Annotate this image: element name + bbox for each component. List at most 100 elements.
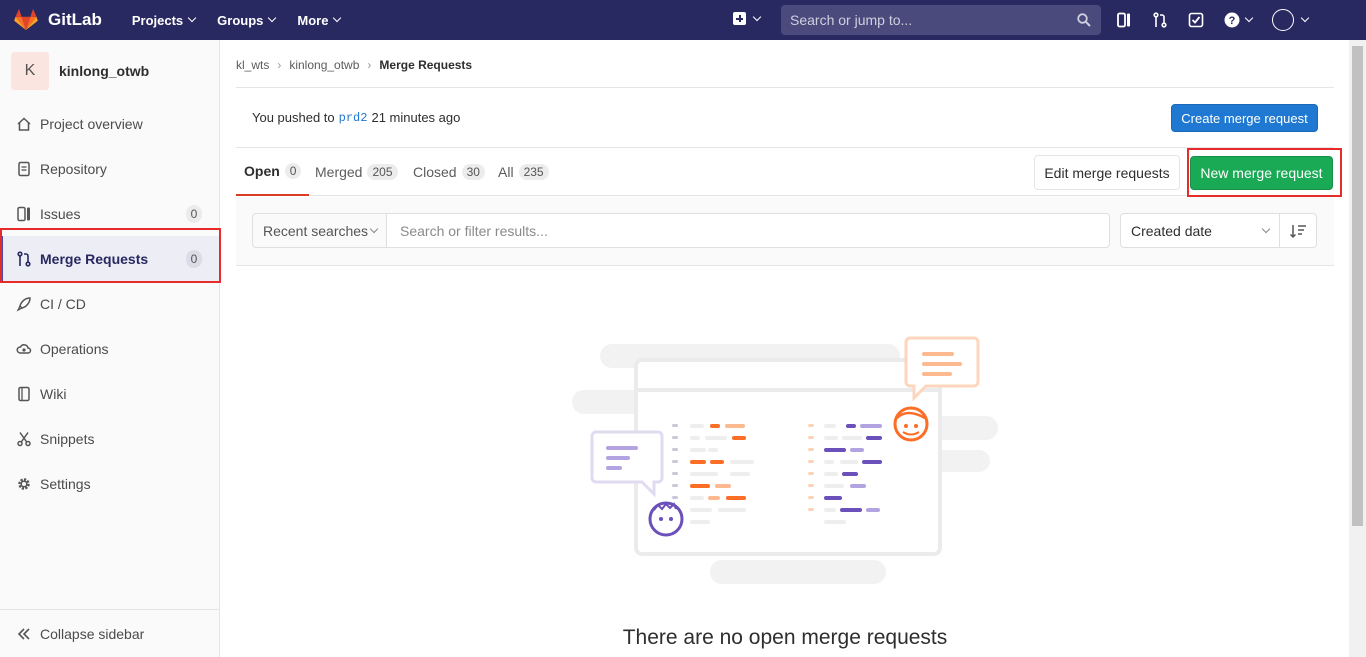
- chevron-down-icon: [1300, 13, 1310, 23]
- push-branch-name[interactable]: prd2: [339, 111, 368, 125]
- tab-label: Closed: [413, 164, 457, 180]
- issues-icon: [16, 206, 32, 222]
- recent-push-notice: You pushed to prd2 21 minutes ago: [236, 88, 1334, 148]
- sidebar-item-label: Repository: [40, 160, 107, 177]
- sidebar-item-label: CI / CD: [40, 295, 86, 312]
- sidebar-item-snippets[interactable]: Snippets: [0, 416, 219, 461]
- nav-projects[interactable]: Projects: [131, 12, 197, 28]
- nav-more[interactable]: More: [297, 12, 342, 28]
- breadcrumb-item-current[interactable]: Merge Requests: [379, 58, 472, 72]
- chevron-down-icon: [1244, 13, 1254, 23]
- empty-merge-requests-illustration: [572, 336, 998, 584]
- top-navbar: GitLab Projects Groups More Search or ju…: [0, 0, 1366, 40]
- chevron-down-icon: [333, 13, 342, 23]
- gitlab-logo[interactable]: GitLab: [14, 9, 102, 31]
- issues-count-badge: 0: [186, 204, 202, 223]
- global-search-input[interactable]: [790, 12, 1070, 28]
- user-avatar: [1272, 9, 1294, 31]
- plus-square-icon: [733, 12, 746, 25]
- scrollbar-thumb[interactable]: [1352, 46, 1363, 526]
- sidebar-item-label: Settings: [40, 475, 91, 492]
- nav-projects-label: Projects: [131, 12, 184, 28]
- todos-shortcut[interactable]: [1188, 12, 1204, 28]
- collapse-sidebar-label: Collapse sidebar: [40, 625, 145, 642]
- nav-groups[interactable]: Groups: [217, 12, 277, 28]
- sidebar-item-operations[interactable]: Operations: [0, 326, 219, 371]
- nav-menu: Projects Groups More: [132, 13, 363, 28]
- help-dropdown[interactable]: ?: [1224, 12, 1254, 28]
- help-icon: ?: [1224, 12, 1240, 28]
- sidebar-project-header[interactable]: K kinlong_otwb: [0, 40, 219, 102]
- tab-label: Merged: [315, 164, 363, 180]
- gitlab-fox-icon: [14, 9, 38, 30]
- tab-count-badge: 235: [518, 164, 549, 180]
- sidebar-item-ci-cd[interactable]: CI / CD: [0, 281, 219, 326]
- todo-check-icon: [1188, 12, 1204, 28]
- highlight-box-merge-requests: [0, 228, 221, 283]
- page-scrollbar[interactable]: [1349, 40, 1366, 657]
- chevron-down-icon: [752, 12, 762, 21]
- push-notice-prefix: You pushed to: [252, 110, 335, 125]
- sidebar-item-label: Issues: [40, 205, 81, 222]
- sort-selected-value: Created date: [1131, 222, 1212, 239]
- sidebar-item-settings[interactable]: Settings: [0, 461, 219, 506]
- book-icon: [16, 386, 32, 402]
- nav-groups-label: Groups: [217, 12, 264, 28]
- sort-dropdown[interactable]: Created date: [1120, 213, 1280, 248]
- tab-count-badge: 0: [284, 163, 302, 179]
- project-sidebar: K kinlong_otwb Project overview Reposito…: [0, 40, 220, 657]
- chevron-down-icon: [268, 13, 277, 23]
- merge-request-icon: [1153, 12, 1167, 28]
- nav-shortcuts: ?: [1116, 0, 1328, 40]
- rocket-icon: [16, 296, 32, 312]
- home-icon: [16, 116, 32, 132]
- sidebar-item-wiki[interactable]: Wiki: [0, 371, 219, 416]
- empty-state-title: There are no open merge requests: [622, 626, 948, 649]
- global-search[interactable]: [781, 5, 1101, 35]
- nav-more-label: More: [297, 12, 329, 28]
- chevron-down-icon: [187, 13, 197, 23]
- tab-merged[interactable]: Merged 205: [315, 148, 398, 196]
- chevron-right-icon: ›: [277, 58, 282, 72]
- search-icon: [1077, 13, 1091, 27]
- scissors-icon: [16, 431, 32, 447]
- breadcrumb-item-project[interactable]: kinlong_otwb: [289, 58, 359, 72]
- project-name: kinlong_otwb: [59, 63, 150, 79]
- cloud-gear-icon: [16, 341, 32, 357]
- collapse-sidebar-button[interactable]: Collapse sidebar: [0, 609, 219, 657]
- recent-searches-label: Recent searches: [263, 222, 369, 239]
- tab-all[interactable]: All 235: [498, 148, 549, 196]
- breadcrumb-item-group[interactable]: kl_wts: [236, 58, 269, 72]
- user-menu[interactable]: [1272, 9, 1310, 31]
- breadcrumb: kl_wts › kinlong_otwb › Merge Requests: [236, 52, 1334, 88]
- sidebar-item-label: Snippets: [40, 430, 95, 447]
- gear-icon: [16, 476, 32, 492]
- filter-bar: Recent searches Created date: [236, 197, 1334, 266]
- chevron-down-icon: [369, 224, 379, 234]
- sidebar-item-project-overview[interactable]: Project overview: [0, 101, 219, 146]
- issues-shortcut[interactable]: [1116, 12, 1132, 28]
- brand-name: GitLab: [48, 10, 102, 29]
- issues-icon: [1117, 12, 1130, 28]
- filter-search-input[interactable]: [400, 222, 1090, 239]
- sort-direction-button[interactable]: [1279, 213, 1317, 248]
- recent-searches-dropdown[interactable]: Recent searches: [252, 213, 387, 248]
- merge-requests-shortcut[interactable]: [1152, 12, 1168, 28]
- chevron-right-icon: ›: [367, 58, 372, 72]
- push-notice-time: 21 minutes ago: [371, 110, 461, 125]
- filtered-search[interactable]: [386, 213, 1110, 248]
- create-merge-request-button[interactable]: Create merge request: [1171, 104, 1318, 132]
- tab-count-badge: 30: [461, 164, 485, 180]
- sidebar-item-label: Operations: [40, 340, 109, 357]
- edit-merge-requests-button[interactable]: Edit merge requests: [1034, 155, 1180, 190]
- sidebar-item-label: Wiki: [40, 385, 67, 402]
- tab-open[interactable]: Open 0: [236, 148, 310, 196]
- document-icon: [16, 161, 32, 177]
- sidebar-item-repository[interactable]: Repository: [0, 146, 219, 191]
- highlight-box-new-merge-request: [1187, 148, 1342, 197]
- chevron-down-icon: [1261, 224, 1271, 234]
- new-dropdown[interactable]: [733, 12, 762, 25]
- double-chevron-left-icon: [16, 626, 32, 642]
- project-avatar: K: [11, 52, 49, 90]
- tab-closed[interactable]: Closed 30: [413, 148, 485, 196]
